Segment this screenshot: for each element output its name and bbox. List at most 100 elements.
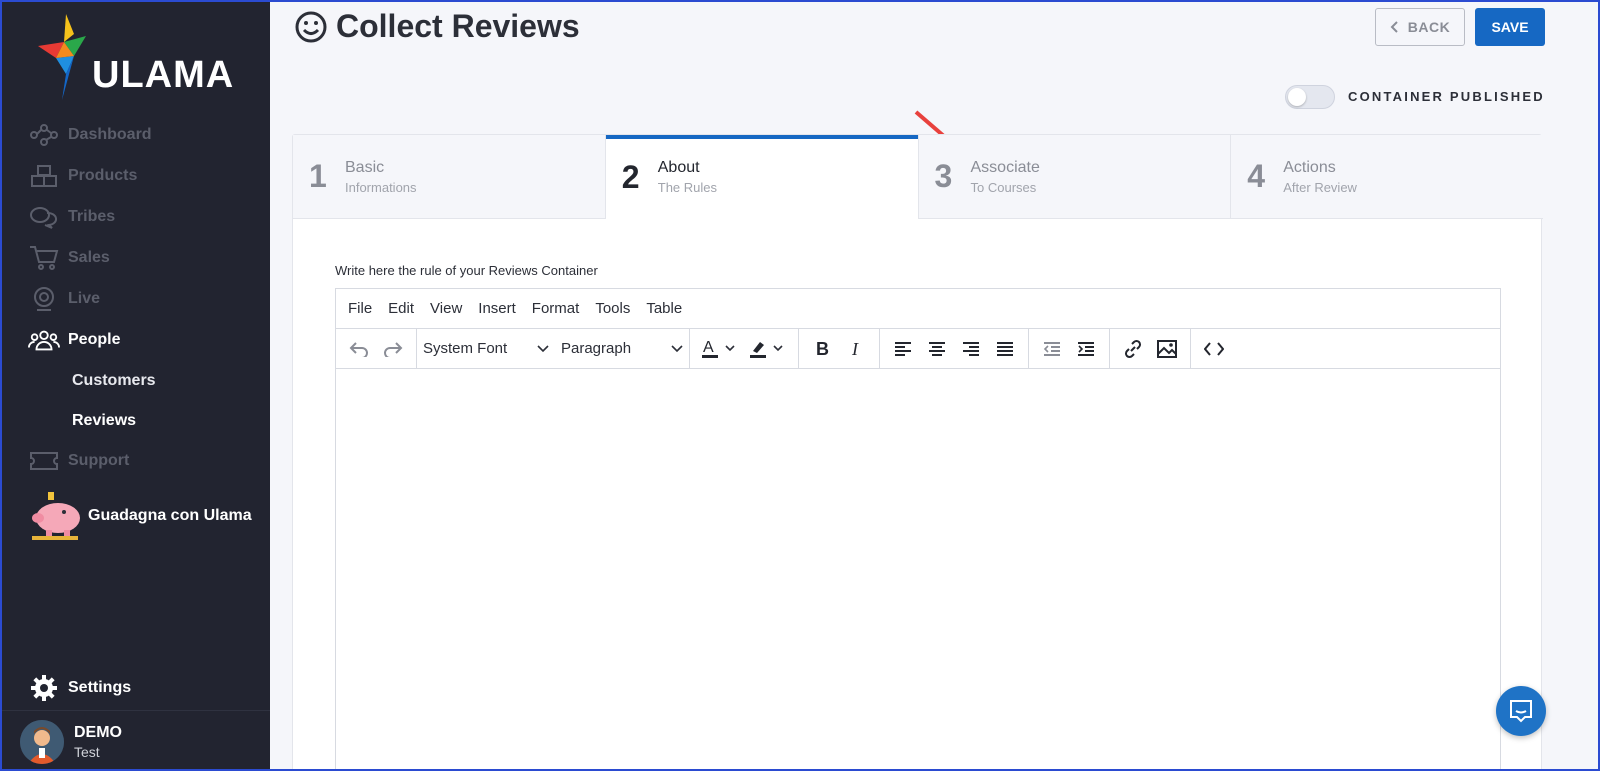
chat-icon: [1510, 700, 1532, 723]
insert-group: [1110, 328, 1191, 369]
main-content: Collect Reviews BACK SAVE CONTAINER PUBL…: [270, 2, 1598, 769]
sidebar-item-settings[interactable]: Settings: [30, 674, 131, 702]
step-subtitle: Informations: [345, 179, 417, 195]
indent-group: [1029, 328, 1110, 369]
sidebar-item-dashboard[interactable]: Dashboard: [28, 120, 152, 150]
rich-text-editor: File Edit View Insert Format Tools Table: [335, 288, 1501, 769]
italic-icon[interactable]: I: [839, 334, 873, 364]
undo-icon[interactable]: [342, 334, 376, 364]
sidebar-item-sales[interactable]: Sales: [28, 243, 110, 273]
svg-text:B: B: [816, 340, 829, 358]
align-right-icon[interactable]: [954, 334, 988, 364]
indent-icon[interactable]: [1069, 334, 1103, 364]
menu-tools[interactable]: Tools: [595, 300, 630, 317]
user-profile[interactable]: DEMO Test: [2, 710, 270, 769]
image-icon[interactable]: [1150, 334, 1184, 364]
user-subtitle: Test: [74, 744, 100, 760]
font-family-value: System Font: [423, 340, 508, 357]
chevron-down-icon: [671, 344, 683, 352]
text-color-icon[interactable]: A: [696, 334, 744, 364]
source-code-icon[interactable]: [1197, 334, 1231, 364]
gear-icon: [31, 675, 57, 701]
promo-label: Guadagna con Ulama: [88, 507, 252, 524]
sidebar-item-support[interactable]: Support: [28, 446, 129, 476]
promo-guadagna[interactable]: Guadagna con Ulama: [28, 490, 252, 542]
save-button[interactable]: SAVE: [1475, 8, 1545, 46]
step-title: Associate: [970, 158, 1040, 176]
font-family-select[interactable]: System Font: [417, 334, 555, 364]
step-number: 2: [621, 158, 640, 195]
wizard-card: 1 Basic Informations 2 About The Rules 3: [292, 134, 1543, 769]
brand-name: ULAMA: [92, 54, 235, 96]
svg-text:I: I: [851, 340, 859, 358]
menu-edit[interactable]: Edit: [388, 300, 414, 317]
toggle-knob: [1288, 88, 1306, 106]
wizard-steps: 1 Basic Informations 2 About The Rules 3: [293, 135, 1543, 219]
sidebar-item-people[interactable]: People: [28, 325, 120, 355]
sidebar-item-products[interactable]: Products: [28, 161, 137, 191]
sidebar-subitem-reviews[interactable]: Reviews: [72, 412, 136, 430]
piggy-bank-icon: [32, 492, 80, 540]
sidebar-subitem-customers[interactable]: Customers: [72, 372, 156, 390]
page-title: Collect Reviews: [294, 8, 580, 45]
sidebar-item-live[interactable]: Live: [28, 284, 100, 314]
sidebar-item-label: Sales: [68, 249, 110, 266]
cart-icon: [28, 244, 60, 272]
step-about[interactable]: 2 About The Rules: [605, 135, 919, 219]
toggle-label: CONTAINER PUBLISHED: [1348, 89, 1545, 104]
align-justify-icon[interactable]: [988, 334, 1022, 364]
sidebar-item-label: People: [68, 331, 121, 348]
svg-text:A: A: [703, 339, 714, 356]
chat-launcher-button[interactable]: [1496, 686, 1546, 736]
container-published-toggle[interactable]: [1285, 85, 1335, 109]
webcam-icon: [28, 285, 60, 313]
settings-label: Settings: [68, 679, 132, 696]
step-subtitle: After Review: [1283, 179, 1357, 195]
app-frame: ULAMA Dashboard Products Tribes Sales Li…: [0, 0, 1600, 771]
menu-format[interactable]: Format: [532, 300, 580, 317]
page-title-text: Collect Reviews: [336, 8, 580, 44]
outdent-icon[interactable]: [1035, 334, 1069, 364]
sidebar-item-label: Support: [68, 452, 130, 469]
chevron-down-icon: [537, 344, 549, 352]
step-subtitle: To Courses: [970, 179, 1037, 195]
sidebar: ULAMA Dashboard Products Tribes Sales Li…: [2, 2, 270, 769]
step-title: Actions: [1283, 158, 1336, 176]
avatar: [20, 720, 64, 764]
step-title: Basic: [345, 158, 385, 176]
editor-content-area[interactable]: [336, 369, 1500, 769]
menu-insert[interactable]: Insert: [478, 300, 516, 317]
redo-icon[interactable]: [376, 334, 410, 364]
bold-icon[interactable]: B: [805, 334, 839, 364]
highlight-color-icon[interactable]: [744, 334, 792, 364]
menu-file[interactable]: File: [348, 300, 372, 317]
step-basic[interactable]: 1 Basic Informations: [293, 135, 606, 219]
editor-label: Write here the rule of your Reviews Cont…: [335, 263, 598, 278]
chevron-left-icon: [1390, 21, 1398, 33]
ticket-icon: [28, 447, 60, 475]
boxes-icon: [28, 162, 60, 190]
network-icon: [28, 121, 60, 149]
back-button[interactable]: BACK: [1375, 8, 1465, 46]
menu-view[interactable]: View: [430, 300, 462, 317]
step-actions[interactable]: 4 Actions After Review: [1231, 135, 1543, 219]
step-associate[interactable]: 3 Associate To Courses: [918, 135, 1232, 219]
step-number: 1: [309, 158, 327, 194]
people-icon: [28, 326, 60, 354]
block-format-select[interactable]: Paragraph: [555, 334, 689, 364]
editor-toolbar: System Font Paragraph A B I: [336, 328, 1500, 369]
user-name: DEMO: [74, 724, 122, 741]
code-group: [1191, 329, 1237, 369]
align-left-icon[interactable]: [886, 334, 920, 364]
ulama-logo[interactable]: ULAMA: [36, 12, 246, 102]
align-center-icon[interactable]: [920, 334, 954, 364]
step-subtitle: The Rules: [657, 180, 717, 195]
sidebar-item-label: Live: [68, 290, 101, 307]
link-icon[interactable]: [1116, 334, 1150, 364]
chat-bubbles-icon: [28, 203, 60, 231]
back-label: BACK: [1407, 19, 1451, 35]
menu-table[interactable]: Table: [646, 300, 682, 317]
smiley-icon: [295, 11, 327, 42]
sidebar-item-tribes[interactable]: Tribes: [28, 202, 115, 232]
history-group: [336, 328, 417, 369]
